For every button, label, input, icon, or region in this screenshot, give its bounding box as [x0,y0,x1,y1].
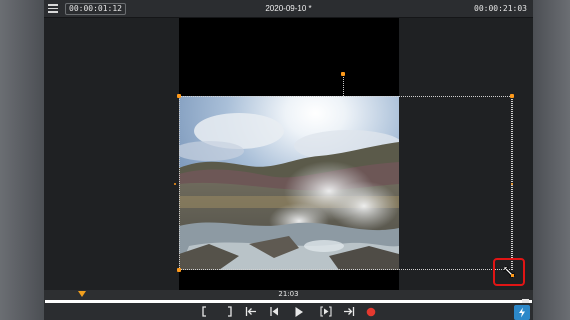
preview-stage [44,18,533,290]
mark-out-button[interactable] [220,303,238,320]
go-to-end-button[interactable] [340,303,358,320]
handle-mid-left[interactable] [174,183,176,185]
resize-cursor-icon[interactable] [503,266,515,278]
handle-mid-right[interactable] [511,183,513,185]
project-title: 2020-09-10 * [265,4,312,13]
transport-bar [44,303,533,320]
top-bar: 00:00:01:12 2020-09-10 * 00:00:21:03 [44,0,533,18]
next-frame-button[interactable] [317,303,335,320]
timeline[interactable]: 21:03 [44,290,533,304]
rotation-handle[interactable] [341,72,345,76]
window-frame-right [533,0,570,320]
timeline-marker-time: 21:03 [278,290,299,298]
rotation-guide-line [343,75,344,96]
handle-top-left[interactable] [177,94,181,98]
selection-bounding-box[interactable] [179,96,512,270]
go-to-start-button[interactable] [242,303,260,320]
total-timecode: 00:00:21:03 [474,4,527,13]
handle-bottom-left[interactable] [177,268,181,272]
record-button[interactable] [362,303,380,320]
lightning-button[interactable] [514,305,530,320]
previous-frame-button[interactable] [265,303,283,320]
window-frame-left [0,0,44,320]
playhead[interactable] [78,291,86,297]
handle-top-right[interactable] [510,94,514,98]
video-editor-app: 00:00:01:12 2020-09-10 * 00:00:21:03 21:… [44,0,533,320]
lightning-icon [519,307,525,318]
mark-in-button[interactable] [196,303,214,320]
play-button[interactable] [290,303,308,320]
